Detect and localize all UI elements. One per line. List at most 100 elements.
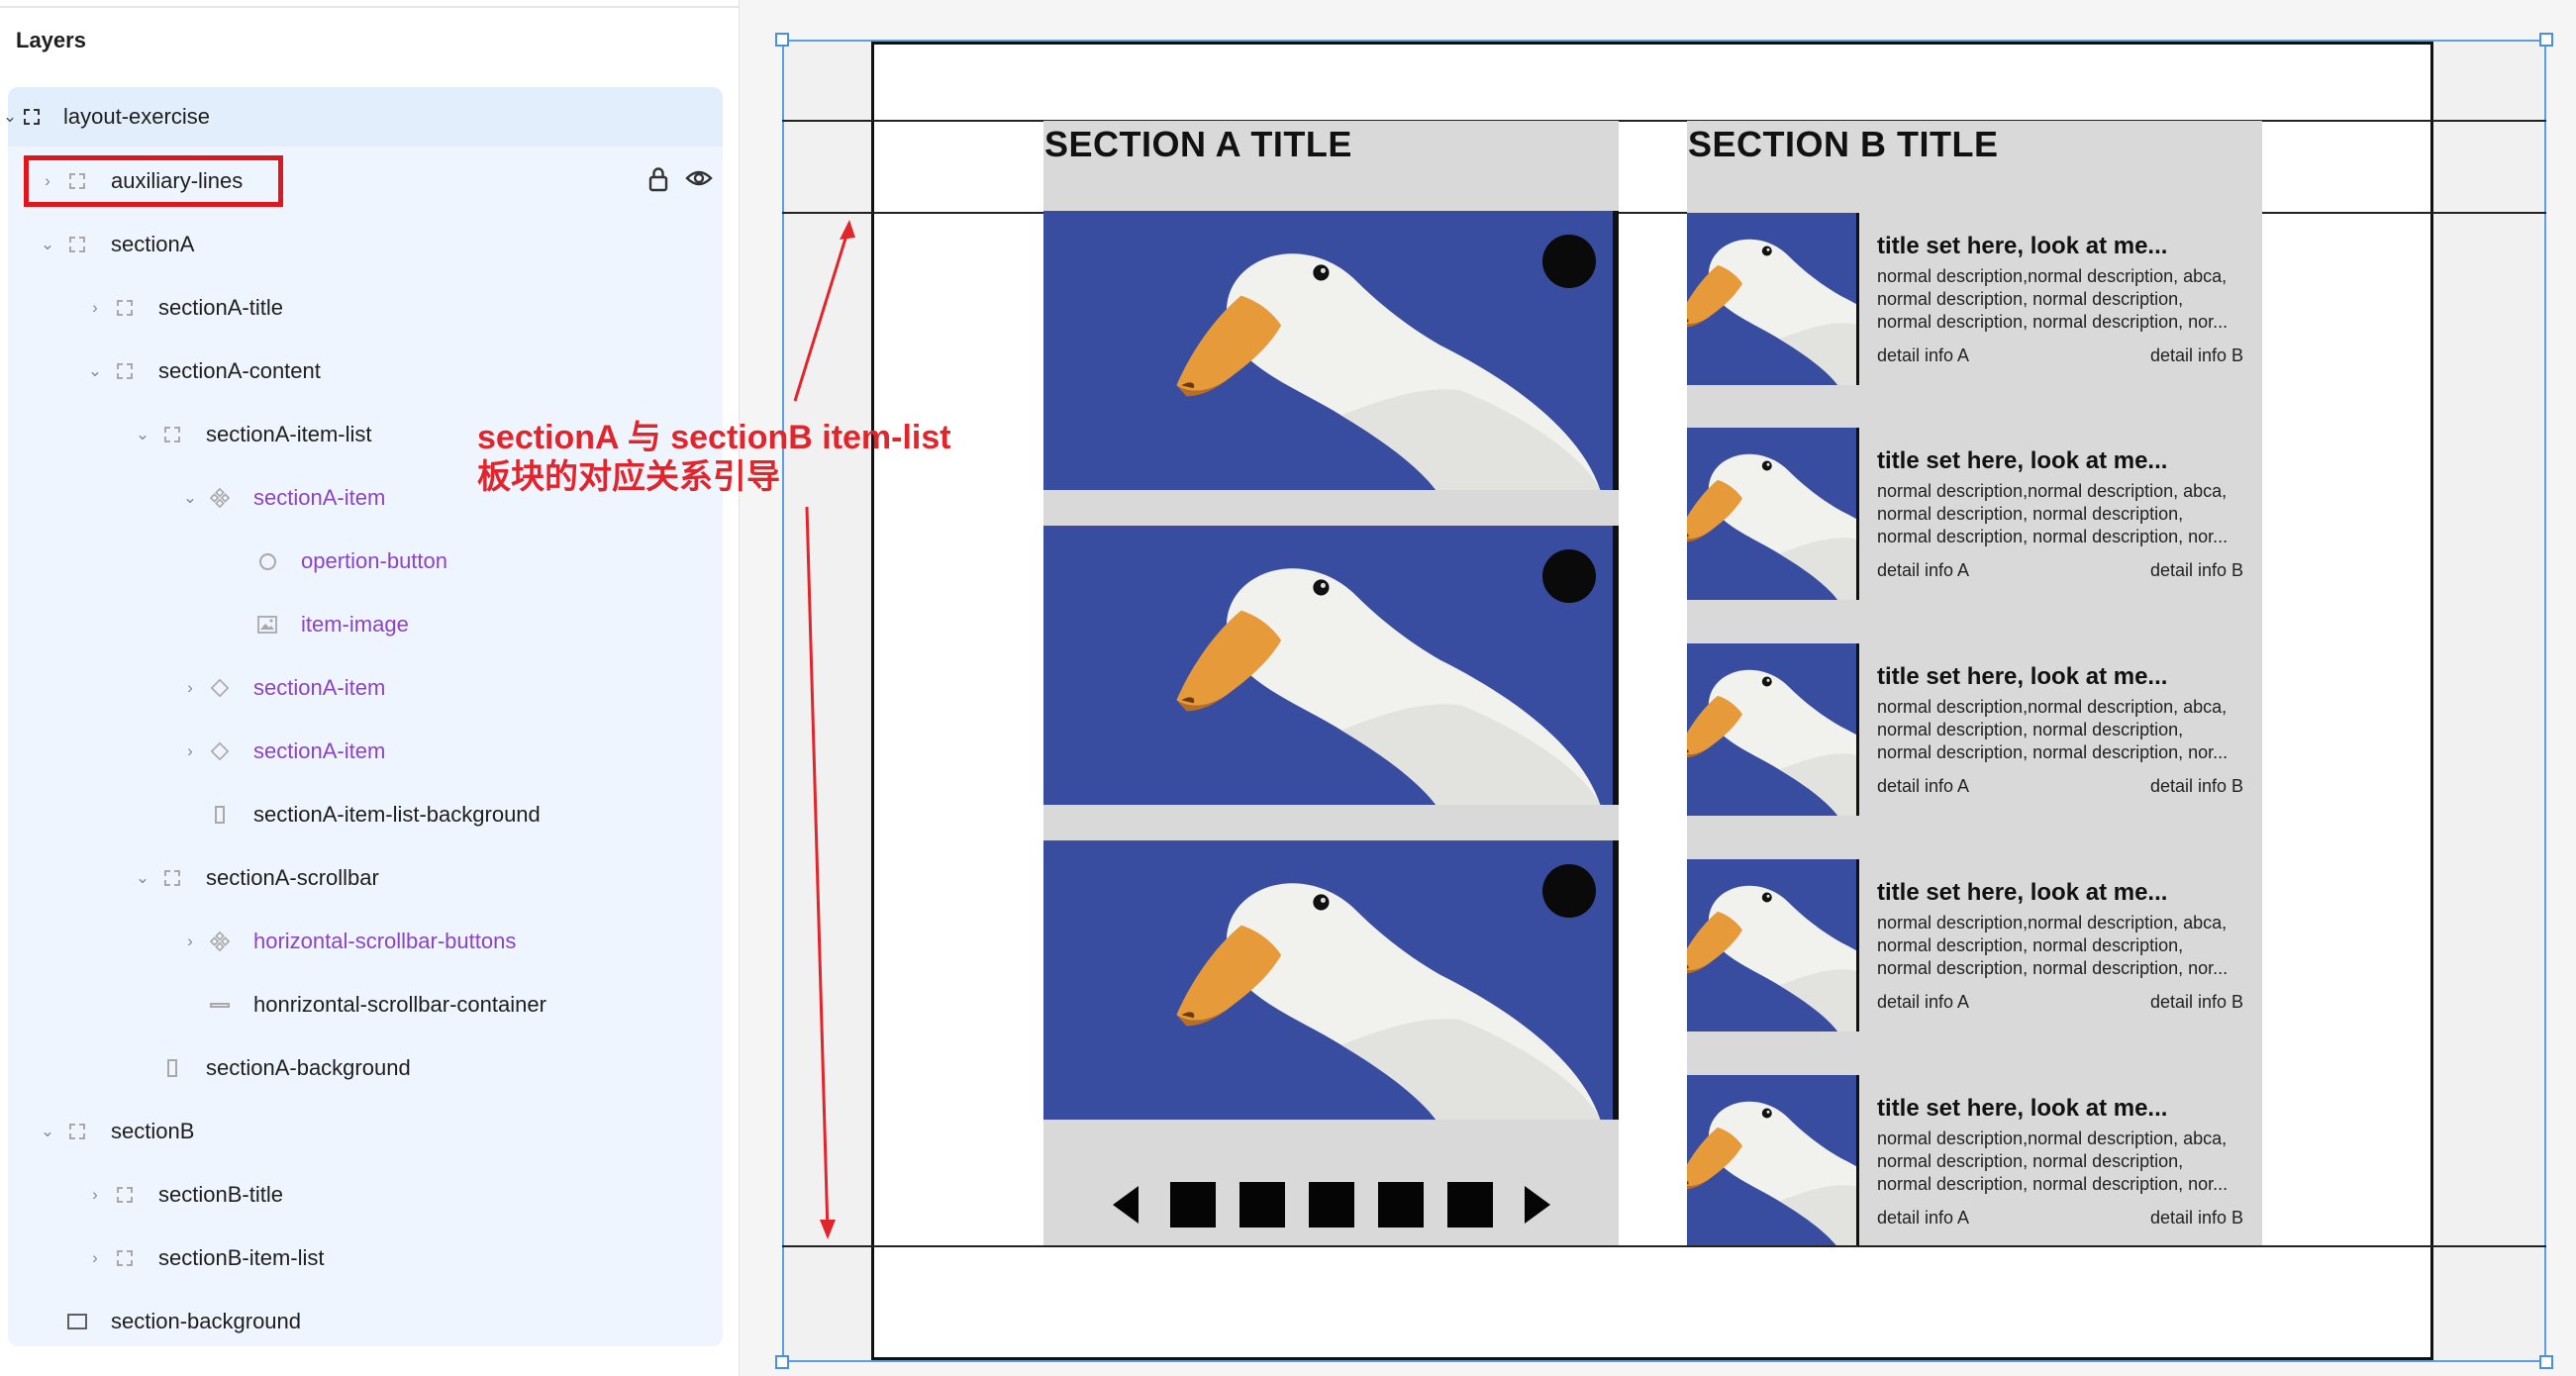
description-line: normal description,normal description, a… xyxy=(1877,913,2228,933)
chevron-down-icon[interactable]: ⌄ xyxy=(182,488,198,508)
layer-label: sectionA-item xyxy=(253,675,386,700)
panel-top-divider xyxy=(0,0,739,8)
auxiliary-line-bottom xyxy=(782,1245,2546,1247)
layer-row-sectionA-item-list-background[interactable]: sectionA-item-list-background xyxy=(8,785,723,844)
layer-row-sectionB-title[interactable]: › sectionB-title xyxy=(8,1165,723,1225)
instance-icon xyxy=(210,678,230,698)
scroll-right-arrow-icon[interactable] xyxy=(1525,1186,1550,1224)
layer-row-sectionA-background[interactable]: sectionA-background xyxy=(8,1038,723,1098)
layer-row-sectionB-item-list[interactable]: › sectionB-item-list xyxy=(8,1229,723,1288)
sectionB-item-image xyxy=(1687,859,1859,1032)
layer-row-horizontal-scrollbar-buttons[interactable]: › horizontal-scrollbar-buttons xyxy=(8,912,723,971)
layer-row-sectionA-item-instance[interactable]: › sectionA-item xyxy=(8,722,723,781)
frame-icon xyxy=(115,298,135,318)
layer-row-sectionB[interactable]: ⌄ sectionB xyxy=(8,1102,723,1161)
layer-row-sectionA-scrollbar[interactable]: ⌄ sectionA-scrollbar xyxy=(8,848,723,908)
scrollbar-page-button[interactable] xyxy=(1447,1182,1493,1228)
eye-icon[interactable] xyxy=(685,168,713,188)
resize-handle-top-right[interactable] xyxy=(2539,33,2553,47)
layer-label: item-image xyxy=(301,612,409,637)
layer-row-layout-exercise[interactable]: ⌄ layout-exercise xyxy=(3,87,723,147)
frame-icon xyxy=(22,107,42,127)
description-line: normal description, normal description, … xyxy=(1877,312,2229,332)
annotation-line-1: sectionA 与 sectionB item-list xyxy=(477,419,951,456)
frame-icon xyxy=(67,1122,87,1141)
scrollbar-page-button[interactable] xyxy=(1170,1182,1216,1228)
sectionA-item[interactable] xyxy=(1043,526,1619,805)
chevron-right-icon[interactable]: › xyxy=(87,1248,103,1268)
sectionB-item-text: title set here, look at me... normal des… xyxy=(1877,447,2245,581)
sectionB-item-title: title set here, look at me... xyxy=(1877,879,2168,906)
description-line: normal description, normal description, xyxy=(1877,289,2184,309)
rectangle-icon xyxy=(210,995,230,1015)
item-image xyxy=(1043,526,1619,805)
description-line: normal description, normal description, xyxy=(1877,935,2184,955)
detail-info-b: detail info B xyxy=(2149,776,2243,796)
chevron-down-icon[interactable]: ⌄ xyxy=(87,361,103,381)
detail-info-a: detail info A xyxy=(1877,345,1970,365)
resize-handle-bottom-left[interactable] xyxy=(775,1355,789,1369)
layer-row-opertion-button[interactable]: opertion-button xyxy=(8,532,723,591)
sectionB-item-details: detail info A detail info B xyxy=(1877,1208,2243,1229)
layer-row-sectionA-item-instance[interactable]: › sectionA-item xyxy=(8,658,723,718)
item-image xyxy=(1043,211,1619,490)
chevron-down-icon[interactable]: ⌄ xyxy=(135,425,150,444)
layer-row-section-background[interactable]: section-background xyxy=(8,1292,723,1351)
scrollbar-page-button[interactable] xyxy=(1378,1182,1424,1228)
red-highlight-box xyxy=(24,155,283,207)
layer-row-honrizontal-scrollbar-container[interactable]: honrizontal-scrollbar-container xyxy=(8,975,723,1034)
rectangle-icon xyxy=(162,1058,182,1078)
resize-handle-top-left[interactable] xyxy=(775,33,789,47)
detail-info-b: detail info B xyxy=(2149,1208,2243,1228)
opertion-button[interactable] xyxy=(1542,549,1596,603)
layer-row-sectionA[interactable]: ⌄ sectionA xyxy=(8,215,723,274)
sectionB-item-details: detail info A detail info B xyxy=(1877,345,2243,366)
detail-info-a: detail info A xyxy=(1877,776,1970,796)
chevron-right-icon[interactable]: › xyxy=(87,298,103,318)
sectionA-item[interactable] xyxy=(1043,840,1619,1120)
sectionB-item-text: title set here, look at me... normal des… xyxy=(1877,663,2245,797)
chevron-down-icon[interactable]: ⌄ xyxy=(40,235,55,254)
description-line: normal description, normal description, … xyxy=(1877,742,2229,762)
scrollbar-page-button[interactable] xyxy=(1309,1182,1354,1228)
sectionA-item[interactable] xyxy=(1043,211,1619,490)
opertion-button[interactable] xyxy=(1542,235,1596,288)
layer-label: honrizontal-scrollbar-container xyxy=(253,992,546,1017)
layer-label: sectionA-item xyxy=(253,485,386,510)
layer-label: sectionA xyxy=(111,232,195,256)
sectionB-item-image xyxy=(1687,643,1859,816)
layer-label: sectionA-background xyxy=(206,1055,411,1080)
layer-label: sectionA-scrollbar xyxy=(206,865,379,890)
lock-icon[interactable] xyxy=(647,166,669,192)
layer-label: sectionA-title xyxy=(158,295,283,320)
sectionB-item-text: title set here, look at me... normal des… xyxy=(1877,1095,2245,1229)
sectionB-item-details: detail info A detail info B xyxy=(1877,992,2243,1013)
image-icon xyxy=(257,615,277,635)
layer-label: opertion-button xyxy=(301,548,447,573)
scroll-left-arrow-icon[interactable] xyxy=(1113,1186,1139,1224)
layer-row-sectionA-content[interactable]: ⌄ sectionA-content xyxy=(8,342,723,401)
chevron-right-icon[interactable]: › xyxy=(87,1185,103,1205)
chevron-down-icon[interactable]: ⌄ xyxy=(135,868,150,888)
resize-handle-bottom-right[interactable] xyxy=(2539,1355,2553,1369)
layer-row-sectionA-title[interactable]: › sectionA-title xyxy=(8,278,723,338)
component-icon xyxy=(210,931,230,952)
opertion-button[interactable] xyxy=(1542,864,1596,918)
sectionB-title: SECTION B TITLE xyxy=(1688,124,1999,164)
sectionB-item-details: detail info A detail info B xyxy=(1877,776,2243,797)
layer-row-item-image[interactable]: item-image xyxy=(8,595,723,654)
detail-info-b: detail info B xyxy=(2149,345,2243,365)
layer-label: layout-exercise xyxy=(63,104,210,129)
scrollbar-page-button[interactable] xyxy=(1239,1182,1285,1228)
frame-icon xyxy=(162,868,182,888)
chevron-right-icon[interactable]: › xyxy=(182,741,198,761)
sectionB-item-title: title set here, look at me... xyxy=(1877,447,2168,474)
description-line: normal description, normal description, … xyxy=(1877,1174,2229,1194)
chevron-down-icon[interactable]: ⌄ xyxy=(40,1122,55,1141)
description-line: normal description,normal description, a… xyxy=(1877,1129,2228,1148)
layer-label: sectionB xyxy=(111,1119,195,1143)
layers-panel: Layers ⌄ layout-exercise › auxiliary-lin… xyxy=(0,0,740,1376)
chevron-down-icon[interactable]: ⌄ xyxy=(2,107,18,127)
chevron-right-icon[interactable]: › xyxy=(182,932,198,951)
chevron-right-icon[interactable]: › xyxy=(182,678,198,698)
